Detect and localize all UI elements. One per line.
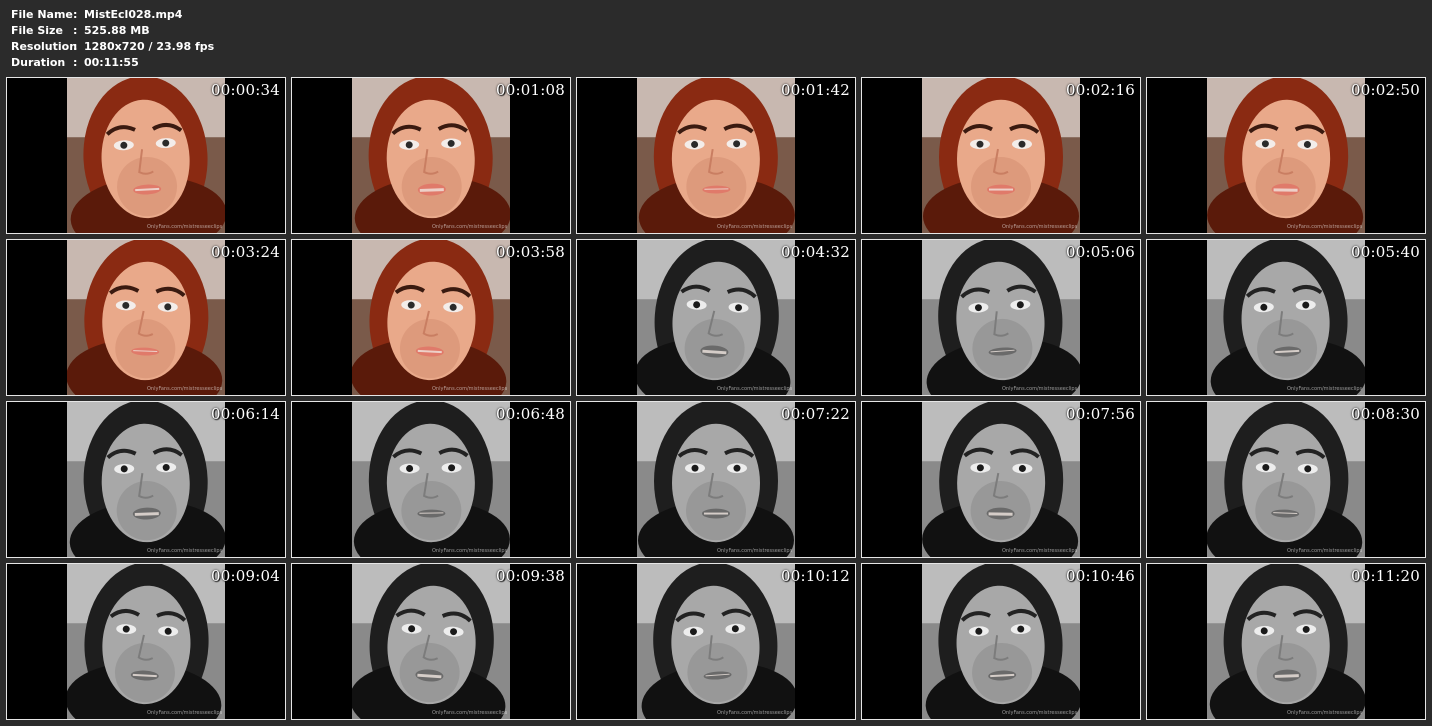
thumbnail[interactable]: OnlyFans.com/mistresseeclips 00:05:06 — [861, 239, 1141, 396]
video-frame-image — [922, 240, 1080, 395]
video-frame-image — [352, 78, 510, 233]
thumbnail[interactable]: OnlyFans.com/mistresseeclips 00:10:12 — [576, 563, 856, 720]
thumbnail[interactable]: OnlyFans.com/mistresseeclips 00:02:16 — [861, 77, 1141, 234]
watermark-text: OnlyFans.com/mistresseeclips — [147, 710, 223, 716]
thumbnail-timestamp: 00:09:38 — [496, 567, 565, 585]
file-name-separator: : — [73, 8, 78, 21]
thumbnail[interactable]: OnlyFans.com/mistresseeclips 00:03:24 — [6, 239, 286, 396]
thumbnail[interactable]: OnlyFans.com/mistresseeclips 00:10:46 — [861, 563, 1141, 720]
thumbnail[interactable]: OnlyFans.com/mistresseeclips 00:04:32 — [576, 239, 856, 396]
thumbnail[interactable]: OnlyFans.com/mistresseeclips 00:08:30 — [1146, 401, 1426, 558]
thumbnail[interactable]: OnlyFans.com/mistresseeclips 00:06:48 — [291, 401, 571, 558]
video-frame-image — [352, 402, 510, 557]
duration-separator: : — [73, 56, 78, 69]
watermark-text: OnlyFans.com/mistresseeclips — [1002, 710, 1078, 716]
watermark-text: OnlyFans.com/mistresseeclips — [1287, 386, 1363, 392]
watermark-text: OnlyFans.com/mistresseeclips — [1287, 224, 1363, 230]
watermark-text: OnlyFans.com/mistresseeclips — [1002, 548, 1078, 554]
file-size-label: File Size — [11, 24, 63, 37]
watermark-text: OnlyFans.com/mistresseeclips — [1002, 224, 1078, 230]
video-frame-image — [922, 78, 1080, 233]
video-frame-image — [922, 564, 1080, 719]
thumbnail[interactable]: OnlyFans.com/mistresseeclips 00:09:04 — [6, 563, 286, 720]
thumbnail[interactable]: OnlyFans.com/mistresseeclips 00:01:08 — [291, 77, 571, 234]
thumbnail-timestamp: 00:07:56 — [1066, 405, 1135, 423]
watermark-text: OnlyFans.com/mistresseeclips — [432, 386, 508, 392]
thumbnail[interactable]: OnlyFans.com/mistresseeclips 00:01:42 — [576, 77, 856, 234]
thumbnail-timestamp: 00:10:46 — [1066, 567, 1135, 585]
thumbnail-timestamp: 00:09:04 — [211, 567, 280, 585]
video-frame-image — [67, 402, 225, 557]
thumbnail-timestamp: 00:10:12 — [781, 567, 850, 585]
video-frame-image — [1207, 240, 1365, 395]
video-frame-image — [67, 240, 225, 395]
resolution-separator: : — [73, 40, 78, 53]
thumbnail-timestamp: 00:02:16 — [1066, 81, 1135, 99]
watermark-text: OnlyFans.com/mistresseeclips — [717, 386, 793, 392]
thumbnail-timestamp: 00:02:50 — [1351, 81, 1420, 99]
watermark-text: OnlyFans.com/mistresseeclips — [432, 548, 508, 554]
duration-row: Duration : 00:11:55 — [11, 55, 214, 71]
thumbnail-timestamp: 00:11:20 — [1351, 567, 1420, 585]
duration-value: 00:11:55 — [84, 56, 139, 69]
file-info-panel: File Name : MistEcl028.mp4 File Size : 5… — [11, 7, 214, 71]
thumbnail[interactable]: OnlyFans.com/mistresseeclips 00:07:22 — [576, 401, 856, 558]
thumbnail-timestamp: 00:01:42 — [781, 81, 850, 99]
video-frame-image — [67, 78, 225, 233]
file-size-value: 525.88 MB — [84, 24, 150, 37]
file-size-separator: : — [73, 24, 78, 37]
thumbnail[interactable]: OnlyFans.com/mistresseeclips 00:02:50 — [1146, 77, 1426, 234]
watermark-text: OnlyFans.com/mistresseeclips — [717, 710, 793, 716]
video-frame-image — [352, 240, 510, 395]
video-frame-image — [67, 564, 225, 719]
thumbnail[interactable]: OnlyFans.com/mistresseeclips 00:07:56 — [861, 401, 1141, 558]
thumbnail-timestamp: 00:08:30 — [1351, 405, 1420, 423]
resolution-row: Resolution : 1280x720 / 23.98 fps — [11, 39, 214, 55]
thumbnail-timestamp: 00:07:22 — [781, 405, 850, 423]
watermark-text: OnlyFans.com/mistresseeclips — [717, 224, 793, 230]
watermark-text: OnlyFans.com/mistresseeclips — [717, 548, 793, 554]
thumbnail[interactable]: OnlyFans.com/mistresseeclips 00:03:58 — [291, 239, 571, 396]
thumbnail[interactable]: OnlyFans.com/mistresseeclips 00:06:14 — [6, 401, 286, 558]
video-frame-image — [1207, 402, 1365, 557]
video-frame-image — [637, 78, 795, 233]
thumbnail-grid: OnlyFans.com/mistresseeclips 00:00:34 Onl… — [6, 77, 1426, 720]
thumbnail-timestamp: 00:04:32 — [781, 243, 850, 261]
resolution-label: Resolution — [11, 40, 78, 53]
video-frame-image — [922, 402, 1080, 557]
thumbnail-timestamp: 00:06:14 — [211, 405, 280, 423]
video-frame-image — [352, 564, 510, 719]
watermark-text: OnlyFans.com/mistresseeclips — [1287, 548, 1363, 554]
thumbnail-timestamp: 00:03:24 — [211, 243, 280, 261]
file-name-row: File Name : MistEcl028.mp4 — [11, 7, 214, 23]
file-name-value: MistEcl028.mp4 — [84, 8, 183, 21]
watermark-text: OnlyFans.com/mistresseeclips — [147, 386, 223, 392]
watermark-text: OnlyFans.com/mistresseeclips — [147, 224, 223, 230]
watermark-text: OnlyFans.com/mistresseeclips — [1287, 710, 1363, 716]
thumbnail[interactable]: OnlyFans.com/mistresseeclips 00:11:20 — [1146, 563, 1426, 720]
watermark-text: OnlyFans.com/mistresseeclips — [1002, 386, 1078, 392]
video-frame-image — [637, 240, 795, 395]
watermark-text: OnlyFans.com/mistresseeclips — [147, 548, 223, 554]
thumbnail-timestamp: 00:03:58 — [496, 243, 565, 261]
thumbnail[interactable]: OnlyFans.com/mistresseeclips 00:00:34 — [6, 77, 286, 234]
thumbnail-timestamp: 00:05:40 — [1351, 243, 1420, 261]
video-frame-image — [637, 564, 795, 719]
file-size-row: File Size : 525.88 MB — [11, 23, 214, 39]
thumbnail-timestamp: 00:05:06 — [1066, 243, 1135, 261]
file-name-label: File Name — [11, 8, 73, 21]
thumbnail[interactable]: OnlyFans.com/mistresseeclips 00:05:40 — [1146, 239, 1426, 396]
thumbnail-timestamp: 00:01:08 — [496, 81, 565, 99]
thumbnail-timestamp: 00:00:34 — [211, 81, 280, 99]
watermark-text: OnlyFans.com/mistresseeclips — [432, 224, 508, 230]
video-frame-image — [1207, 564, 1365, 719]
thumbnail[interactable]: OnlyFans.com/mistresseeclips 00:09:38 — [291, 563, 571, 720]
watermark-text: OnlyFans.com/mistresseeclips — [432, 710, 508, 716]
video-frame-image — [1207, 78, 1365, 233]
duration-label: Duration — [11, 56, 66, 69]
resolution-value: 1280x720 / 23.98 fps — [84, 40, 215, 53]
thumbnail-timestamp: 00:06:48 — [496, 405, 565, 423]
video-frame-image — [637, 402, 795, 557]
